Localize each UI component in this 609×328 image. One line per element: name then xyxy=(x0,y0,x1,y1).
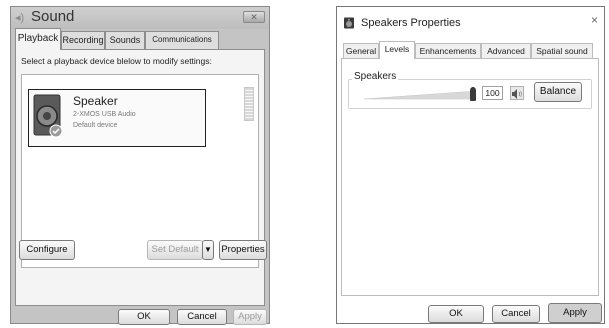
cancel-button[interactable]: Cancel xyxy=(492,305,540,323)
properties-button[interactable]: Properties xyxy=(219,240,267,260)
volume-input[interactable]: 100 xyxy=(482,86,503,100)
cancel-button[interactable]: Cancel xyxy=(177,309,227,325)
volume-slider[interactable] xyxy=(364,87,476,103)
tab-playback[interactable]: Playback xyxy=(15,28,61,50)
tab-advanced[interactable]: Advanced xyxy=(481,43,531,59)
tab-levels[interactable]: Levels xyxy=(379,41,415,59)
speakers-group-label: Speakers xyxy=(352,71,399,82)
tab-general[interactable]: General xyxy=(343,43,379,59)
ok-button[interactable]: OK xyxy=(118,309,170,325)
chevron-down-icon: ▼ xyxy=(204,245,212,254)
apply-button[interactable]: Apply xyxy=(233,309,267,325)
tab-enhancements[interactable]: Enhancements xyxy=(415,43,481,59)
close-icon[interactable]: × xyxy=(591,13,598,27)
tab-spatial-sound[interactable]: Spatial sound xyxy=(531,43,593,59)
device-list: Speaker 2-XMOS USB Audio Default device xyxy=(21,74,259,268)
playback-panel: Select a playback device blelow to modif… xyxy=(15,49,265,306)
set-default-button[interactable]: Set Default xyxy=(147,240,203,260)
sound-window: ◂) Sound ✕ Playback Recording Sounds Com… xyxy=(10,6,270,325)
balance-button[interactable]: Balance xyxy=(534,82,582,102)
speaker-volume-icon xyxy=(512,89,522,99)
device-name: Speaker xyxy=(73,94,118,108)
volume-slider-thumb xyxy=(470,87,476,101)
speaker-icon xyxy=(344,17,354,29)
device-item-speaker[interactable]: Speaker 2-XMOS USB Audio Default device xyxy=(28,89,206,147)
close-icon[interactable]: ✕ xyxy=(243,11,265,23)
levels-panel: Speakers 100 Balance xyxy=(341,58,599,296)
sound-titlebar: ◂) Sound ✕ xyxy=(11,7,269,29)
speaker-device-icon xyxy=(33,94,63,138)
tab-communications[interactable]: Communications xyxy=(145,31,219,49)
device-status: Default device xyxy=(73,122,118,129)
set-default-dropdown[interactable]: ▼ xyxy=(202,240,214,260)
configure-button[interactable]: Configure xyxy=(19,240,75,260)
level-meter xyxy=(244,87,254,121)
playback-instruction: Select a playback device blelow to modif… xyxy=(21,56,212,66)
tab-sounds[interactable]: Sounds xyxy=(105,31,145,49)
ok-button[interactable]: OK xyxy=(428,305,484,323)
tab-recording[interactable]: Recording xyxy=(61,31,105,49)
window-title: Speakers Properties xyxy=(361,17,461,29)
volume-slider-track xyxy=(364,90,476,100)
mute-button[interactable] xyxy=(510,86,524,100)
device-model: 2-XMOS USB Audio xyxy=(73,111,136,118)
speakers-properties-window: Speakers Properties × General Levels Enh… xyxy=(336,6,605,324)
speaker-icon: ◂) xyxy=(15,12,25,24)
window-title: Sound xyxy=(31,8,75,25)
apply-button[interactable]: Apply xyxy=(548,303,602,323)
